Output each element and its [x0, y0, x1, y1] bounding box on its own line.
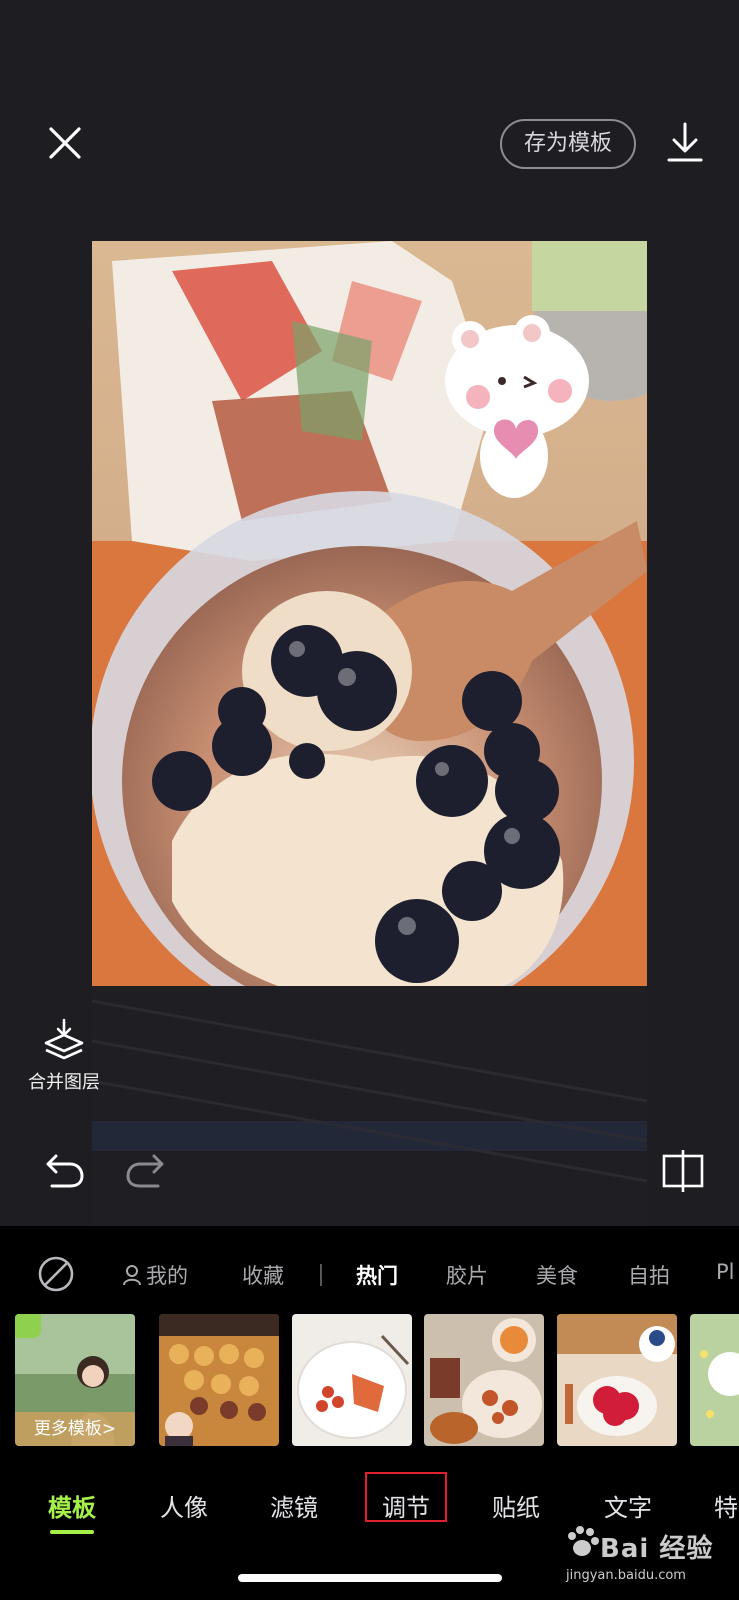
category-hot[interactable]: 热门 [356, 1260, 398, 1290]
category-food[interactable]: 美食 [536, 1260, 578, 1290]
merge-layers-icon [44, 1018, 84, 1060]
tab-special[interactable]: 特 [714, 1488, 738, 1523]
template-thumbnails: 更多模板> [0, 1314, 739, 1450]
template-thumb[interactable] [557, 1314, 677, 1446]
watermark-brand: Bai 经验 [600, 1534, 714, 1564]
merge-layers-label: 合并图层 [28, 1072, 100, 1093]
tab-text[interactable]: 文字 [604, 1488, 652, 1523]
tab-template[interactable]: 模板 [48, 1488, 96, 1523]
lock-icon [15, 1314, 41, 1338]
category-label: 我的 [146, 1264, 188, 1288]
close-icon[interactable] [42, 120, 88, 166]
merge-layers-button[interactable]: 合并图层 [22, 1016, 106, 1094]
no-filter-icon[interactable] [36, 1254, 76, 1294]
category-divider [320, 1264, 322, 1286]
tab-filter[interactable]: 滤镜 [270, 1488, 318, 1523]
undo-icon[interactable] [42, 1150, 86, 1190]
category-more[interactable]: Pl [716, 1260, 735, 1284]
category-film[interactable]: 胶片 [446, 1260, 488, 1290]
template-thumb[interactable] [424, 1314, 544, 1446]
tab-portrait[interactable]: 人像 [160, 1488, 208, 1523]
save-as-template-button[interactable]: 存为模板 [500, 119, 636, 169]
template-thumb[interactable] [690, 1314, 739, 1446]
home-indicator[interactable] [238, 1574, 502, 1582]
template-thumb[interactable] [292, 1314, 412, 1446]
more-templates-thumb[interactable]: 更多模板> [15, 1314, 135, 1446]
photo-canvas[interactable] [92, 241, 647, 1226]
category-my[interactable]: 我的 [122, 1260, 188, 1290]
more-templates-label: 更多模板> [15, 1412, 135, 1446]
active-tab-indicator [50, 1530, 94, 1534]
compare-icon[interactable] [660, 1148, 706, 1194]
person-icon [123, 1265, 141, 1286]
tab-sticker[interactable]: 贴纸 [492, 1488, 540, 1523]
paw-icon [568, 1526, 599, 1556]
category-favorites[interactable]: 收藏 [242, 1260, 284, 1290]
baidu-watermark: Bai 经验 jingyan.baidu.com [560, 1520, 730, 1590]
category-row: 我的 收藏 热门 胶片 美食 自拍 Pl [0, 1250, 739, 1300]
annotation-highlight-box [365, 1472, 447, 1522]
template-thumb[interactable] [159, 1314, 279, 1446]
redo-icon[interactable] [124, 1150, 168, 1190]
watermark-url: jingyan.baidu.com [566, 1568, 686, 1583]
category-selfie[interactable]: 自拍 [628, 1260, 670, 1290]
download-icon[interactable] [662, 120, 708, 166]
